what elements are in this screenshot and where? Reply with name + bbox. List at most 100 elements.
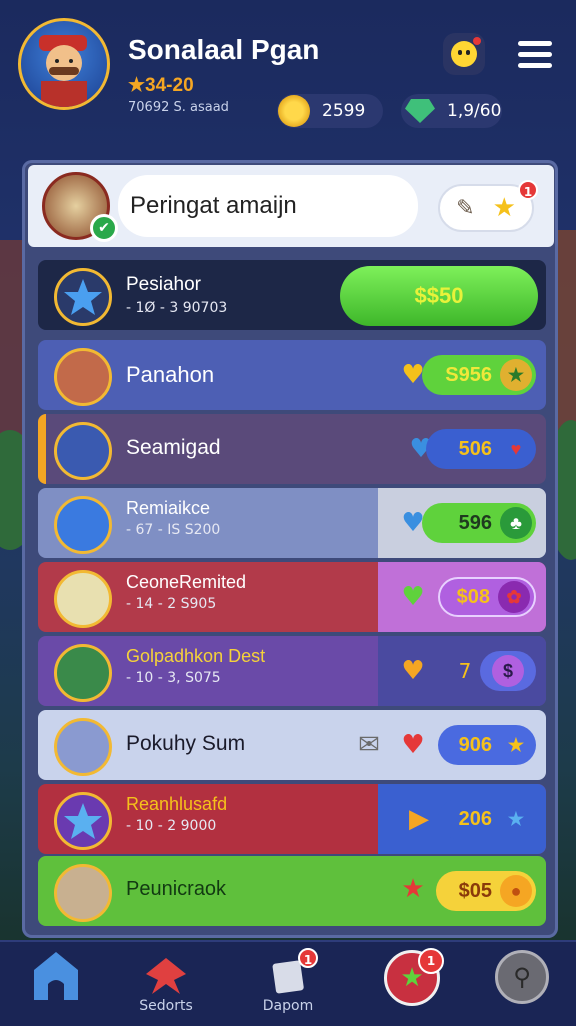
heart-icon: ♥	[401, 582, 425, 612]
player-avatar[interactable]	[18, 18, 110, 110]
avatar	[54, 864, 112, 922]
value-text: 596	[458, 511, 492, 534]
battle-icon	[140, 950, 192, 1002]
check-icon: ✔	[90, 214, 118, 242]
clover-icon: ♣	[500, 507, 532, 539]
row-subtitle: - 10 - 2 9000	[126, 818, 217, 834]
coin-icon	[278, 95, 310, 127]
star-score-value: 34-20	[145, 75, 194, 96]
value-button[interactable]: 906 ★	[438, 725, 536, 765]
nav-dapom-badge: 1	[298, 948, 318, 968]
row-title: Peunicraok	[126, 878, 227, 900]
header: Sonalaal Pgan ★34-20 70692 S. asaad 2599…	[0, 0, 576, 150]
heart-icon: ♥	[401, 656, 425, 686]
row-title: Remiaikce	[126, 498, 211, 518]
value-text: $08	[456, 585, 490, 608]
row-subtitle: - 10 - 3, S075	[126, 670, 221, 686]
star-icon: ★	[492, 193, 516, 223]
value-text: 206	[458, 807, 492, 830]
nav-search[interactable]: ⚲	[482, 950, 562, 1020]
row-title: Panahon	[126, 362, 215, 387]
row-title: CeoneRemited	[126, 572, 247, 592]
row-accent	[38, 414, 46, 484]
row-title: Pesiahor	[126, 274, 201, 295]
heart-icon: ♥	[510, 438, 522, 459]
list-item[interactable]: Peunicraok ★ $05 ●	[38, 856, 546, 926]
gem-icon	[54, 718, 112, 776]
smiley-icon	[451, 41, 477, 67]
gems-value: 1,9/60	[447, 101, 502, 121]
star-icon	[54, 792, 112, 850]
avatar	[54, 570, 112, 628]
list-item[interactable]: Panahon ♥ S956 ★	[38, 340, 546, 410]
bottom-nav: Sedorts Dapom 1 ★ 1 ⚲	[0, 940, 576, 1026]
star-icon: ★	[500, 359, 532, 391]
star-icon: ★	[401, 874, 425, 904]
value-button[interactable]: 206 ★	[438, 799, 536, 839]
avatar	[54, 348, 112, 406]
player-name: Sonalaal Pgan	[128, 34, 320, 65]
heart-icon: ♥	[401, 730, 425, 760]
bag-icon: ✎	[456, 195, 475, 221]
list-item[interactable]: Reanhlusafd - 10 - 2 9000 ▶ 206 ★	[38, 784, 546, 854]
play-icon: ▶	[409, 804, 429, 834]
value-button[interactable]: $08 ✿	[438, 577, 536, 617]
coins-counter[interactable]: 2599	[277, 94, 383, 128]
list-item[interactable]: Pesiahor - 1Ø - 3 90703 $$50	[38, 260, 546, 330]
star-icon: ★	[507, 808, 525, 829]
star-icon	[54, 268, 112, 326]
notification-dot	[473, 37, 481, 45]
value-text: 906	[458, 733, 492, 756]
avatar	[54, 644, 112, 702]
value-text: 506	[458, 437, 492, 460]
nav-sedorts[interactable]: Sedorts	[126, 950, 206, 1020]
hamburger-line	[518, 52, 552, 57]
gem-icon	[405, 99, 435, 123]
player-portrait-icon	[39, 35, 87, 107]
coin-icon: $	[492, 655, 524, 687]
rewards-badge: 1	[518, 180, 538, 200]
flame-icon: ●	[500, 875, 532, 907]
nav-events-badge: 1	[418, 948, 444, 974]
search-input[interactable]	[118, 175, 418, 237]
star-icon: ★	[507, 734, 525, 755]
gems-counter[interactable]: 1,9/60	[401, 94, 502, 128]
value-button[interactable]: $	[480, 651, 536, 691]
row-title: Pokuhy Sum	[126, 732, 246, 755]
value-button[interactable]: 506 ♥	[426, 429, 536, 469]
avatar	[54, 496, 112, 554]
avatar	[54, 422, 112, 480]
nav-sedorts-label: Sedorts	[139, 998, 193, 1014]
star-score: ★34-20	[128, 75, 194, 96]
home-icon	[30, 950, 82, 1002]
value-text: 7	[458, 659, 472, 683]
value-text: S956	[445, 363, 492, 386]
hamburger-icon	[518, 41, 552, 46]
value-button[interactable]: S956 ★	[422, 355, 536, 395]
value-button[interactable]: 596 ♣	[422, 503, 536, 543]
row-subtitle: - 1Ø - 3 90703	[126, 300, 228, 316]
flower-icon: ✿	[498, 581, 530, 613]
list-item[interactable]: Seamigad ♥ 506 ♥	[38, 414, 546, 484]
player-subline: 70692 S. asaad	[128, 100, 229, 115]
value-button[interactable]: $05 ●	[436, 871, 536, 911]
notifications-button[interactable]	[443, 33, 485, 75]
menu-button[interactable]	[518, 38, 552, 72]
hamburger-line	[518, 63, 552, 68]
search-icon: ⚲	[495, 950, 549, 1004]
coins-value: 2599	[322, 101, 366, 121]
row-subtitle: - 14 - 2 S905	[126, 596, 217, 612]
nav-home[interactable]	[16, 950, 96, 1020]
nav-dapom-label: Dapom	[262, 998, 314, 1014]
row-title: Golpadhkon Dest	[126, 646, 266, 666]
row-title: Reanhlusafd	[126, 794, 228, 814]
list-item[interactable]: Pokuhy Sum ✉ ♥ 906 ★	[38, 710, 546, 780]
row-subtitle: - 67 - IS S200	[126, 522, 221, 538]
mail-icon: ✉	[358, 730, 380, 760]
claim-button[interactable]: $$50	[340, 266, 538, 326]
list-item[interactable]: CeoneRemited - 14 - 2 S905 ♥ $08 ✿	[38, 562, 546, 632]
row-title: Seamigad	[126, 436, 221, 459]
list-item[interactable]: Remiaikce - 67 - IS S200 ♥ 596 ♣	[38, 488, 546, 558]
value-text: $05	[458, 879, 492, 902]
list-item[interactable]: Golpadhkon Dest - 10 - 3, S075 ♥ 7 $	[38, 636, 546, 706]
